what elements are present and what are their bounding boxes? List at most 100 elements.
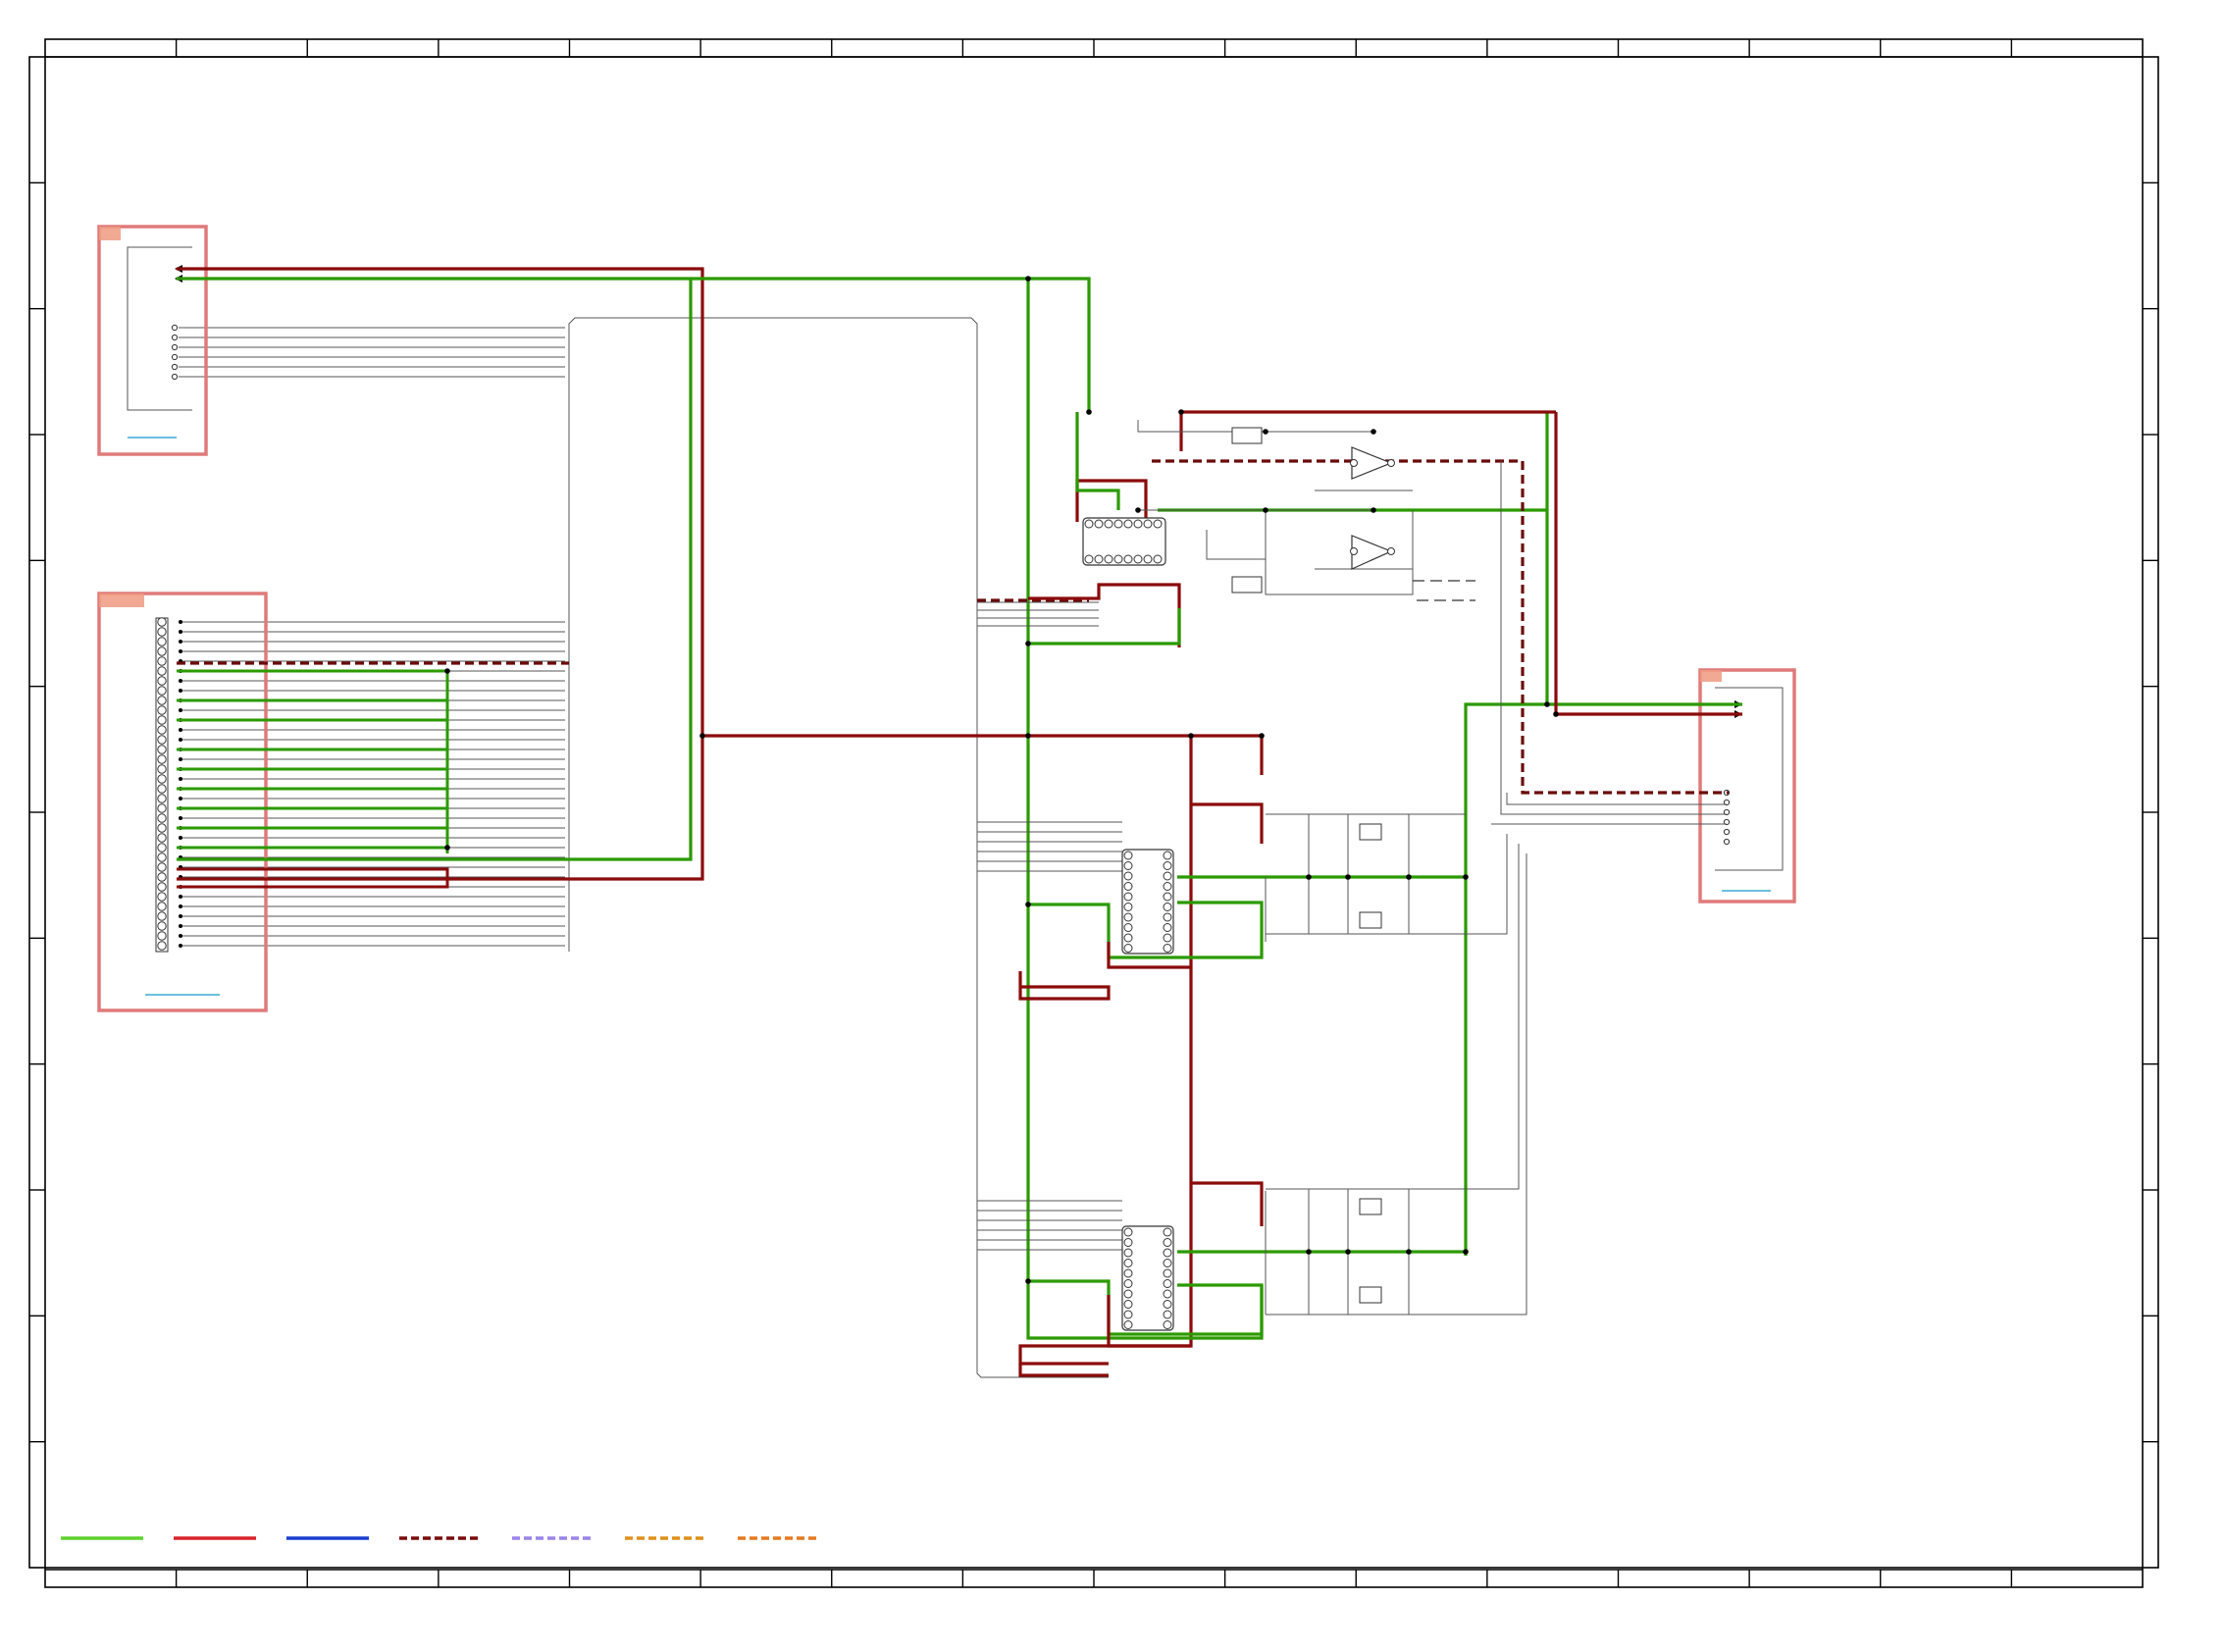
connector-j2[interactable] (97, 592, 268, 1012)
connector-pin (157, 902, 167, 911)
ic-u3[interactable] (1121, 1225, 1174, 1331)
pin-terminal (179, 679, 182, 683)
connector-j3-pins (1723, 700, 1742, 846)
connector-pin (157, 646, 167, 656)
ic-pin (1163, 923, 1172, 932)
junction-dot (1553, 711, 1559, 717)
connector-pin (157, 686, 167, 696)
ic-pin (1123, 882, 1133, 891)
connector-j1-pin (171, 363, 179, 371)
ic-pin (1113, 554, 1123, 564)
signal-wire (1500, 461, 1727, 815)
ic-pin (1163, 892, 1172, 902)
connector-j1-pin (171, 353, 179, 361)
pin-terminal (179, 924, 182, 928)
ic-pin (1123, 1268, 1133, 1278)
junction-dot (1263, 507, 1268, 513)
connector-pin (157, 764, 167, 774)
pin-terminal (179, 797, 182, 800)
pin-terminal (179, 895, 182, 899)
connector-pin (157, 715, 167, 725)
ic-pin (1123, 871, 1133, 881)
connector-j3-pin (1723, 838, 1731, 846)
ic-pin (1163, 912, 1172, 922)
ic-pin (1133, 554, 1143, 564)
connector-pin (157, 931, 167, 941)
ic-pin (1113, 519, 1123, 529)
ic-pin (1143, 519, 1153, 529)
ic-pin (1084, 519, 1094, 529)
junction-dot (699, 733, 705, 739)
ic-pin (1123, 1289, 1133, 1299)
net-green-j1 (177, 277, 693, 861)
net-red-mid-ic (1191, 802, 1264, 844)
ic-pin (1123, 944, 1133, 953)
connector-pin (157, 637, 167, 646)
ic-u2[interactable] (1121, 849, 1174, 955)
connector-pin (157, 656, 167, 666)
junction-dot (1178, 409, 1184, 415)
ic-pin (1123, 912, 1133, 922)
connector-j1-body (127, 246, 192, 411)
connector-pin (157, 803, 167, 813)
junction-dot (444, 845, 450, 851)
signal-wire (1266, 834, 1508, 935)
connector-j1[interactable] (97, 225, 208, 456)
ic-pin (1163, 1268, 1172, 1278)
signal-wire (1506, 793, 1727, 805)
connector-pin (157, 754, 167, 764)
junction-dot (1263, 429, 1268, 435)
junction-dot (1025, 902, 1031, 907)
ic-pin (1163, 1259, 1172, 1267)
ic-pin (1084, 554, 1094, 564)
ic-pin (1143, 554, 1153, 564)
drawing-frame (28, 38, 2159, 1588)
junction-dot (1259, 733, 1265, 739)
opamp-b-symbol (1351, 535, 1393, 570)
module-box-6 (1359, 1286, 1382, 1304)
pin-terminal (179, 708, 182, 712)
ic-pin (1153, 554, 1163, 564)
ic-pin (1123, 519, 1133, 529)
pin-terminal (179, 944, 182, 948)
ic-pin (1123, 1259, 1133, 1267)
junction-dot (1025, 1278, 1031, 1284)
connector-pin (157, 745, 167, 754)
junction-dot (1306, 1249, 1312, 1255)
net-red-mid-loop (1018, 971, 1111, 1001)
pin-terminal (179, 757, 182, 761)
pin-terminal (179, 914, 182, 918)
pin-terminal (179, 689, 182, 693)
connector-j3-tab (1700, 670, 1722, 682)
connector-pin (157, 813, 167, 823)
junction-dots (444, 276, 1559, 1284)
connector-j1-pin (171, 373, 179, 381)
ic-u1[interactable] (1082, 517, 1166, 566)
ic-pin (1123, 892, 1133, 902)
pin-terminal (179, 738, 182, 742)
pin-terminal (179, 777, 182, 781)
connector-pin (157, 833, 167, 843)
ic-pin (1123, 923, 1133, 932)
junction-dot (1025, 276, 1031, 282)
junction-dot (1188, 733, 1194, 739)
junction-dot (1463, 874, 1469, 880)
ic-pin (1123, 933, 1133, 943)
junction-dot (444, 668, 450, 674)
ic-pin (1163, 944, 1172, 953)
opamp-a[interactable] (1350, 446, 1395, 480)
connector-pin (157, 911, 167, 921)
module-box-5 (1359, 1198, 1382, 1215)
ic-pin (1163, 851, 1172, 860)
pin-terminal (179, 836, 182, 840)
ic-pin (1163, 882, 1172, 891)
connector-j3-pin (1723, 828, 1731, 836)
net-red-lower-loop (1018, 1364, 1109, 1377)
pin-terminal (179, 728, 182, 732)
connector-pin (157, 941, 167, 951)
ic-pin (1123, 554, 1133, 564)
ic-pin (1163, 933, 1172, 943)
opamp-b[interactable] (1350, 535, 1395, 570)
connector-j1-pin (171, 334, 179, 341)
connector-pin (157, 852, 167, 862)
